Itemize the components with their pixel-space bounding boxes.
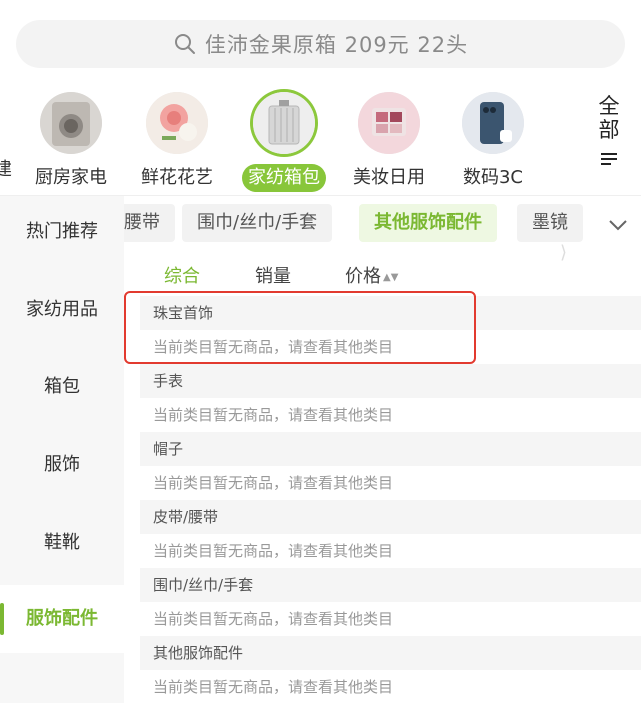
- sidebar-item-clothing[interactable]: 服饰: [0, 451, 124, 479]
- sort-bar: 综合 销量 价格 ▲▼: [124, 256, 641, 292]
- sidebar-item-hot[interactable]: 热门推荐: [0, 218, 124, 246]
- chip-sunglasses[interactable]: 墨镜: [517, 204, 583, 242]
- group-title: 皮带/腰带: [140, 500, 641, 534]
- sort-sales[interactable]: 销量: [255, 262, 291, 288]
- phone-icon: [462, 92, 524, 154]
- sidebar: 热门推荐 家纺用品 箱包 服饰 鞋靴 服饰配件: [0, 196, 124, 703]
- group-title: 手表: [140, 364, 641, 398]
- category-digital[interactable]: 数码3C: [438, 92, 548, 192]
- all-label-line1: 全: [598, 94, 620, 118]
- category-label: 家纺箱包: [242, 164, 326, 192]
- all-categories-button[interactable]: 全 部: [594, 94, 624, 172]
- chip-belt[interactable]: 腰带: [124, 204, 175, 242]
- highlight-box: [124, 291, 476, 364]
- category-home-textile-bags[interactable]: 家纺箱包: [229, 92, 339, 192]
- sort-price-label: 价格: [345, 266, 381, 287]
- category-label: 厨房家电: [35, 167, 107, 188]
- category-flowers[interactable]: 鲜花花艺: [122, 92, 232, 192]
- sidebar-item-accessories[interactable]: 服饰配件: [0, 585, 124, 653]
- group-belts: 皮带/腰带 当前类目暂无商品，请查看其他类目: [140, 500, 641, 568]
- group-scarves: 围巾/丝巾/手套 当前类目暂无商品，请查看其他类目: [140, 568, 641, 636]
- subcategory-chips: 腰带 围巾/丝巾/手套 其他服饰配件 墨镜: [124, 196, 641, 252]
- menu-icon: [594, 148, 624, 172]
- group-watches: 手表 当前类目暂无商品，请查看其他类目: [140, 364, 641, 432]
- category-label: 鲜花花艺: [141, 167, 213, 188]
- luggage-icon: [253, 92, 315, 154]
- flower-icon: [146, 92, 208, 154]
- chip-other-accessories[interactable]: 其他服饰配件: [359, 204, 497, 242]
- sidebar-item-label: 服饰配件: [26, 608, 98, 629]
- category-kitchen[interactable]: 厨房家电: [16, 92, 126, 192]
- category-label: 数码3C: [462, 167, 524, 188]
- empty-message: 当前类目暂无商品，请查看其他类目: [153, 406, 394, 424]
- sidebar-item-home-textile[interactable]: 家纺用品: [0, 296, 124, 324]
- expand-chips-button[interactable]: [598, 206, 638, 244]
- all-label-line2: 部: [598, 118, 620, 142]
- category-edge-label: 建: [0, 159, 12, 180]
- empty-message: 当前类目暂无商品，请查看其他类目: [153, 542, 394, 560]
- search-icon: [174, 34, 195, 54]
- group-other-accessories: 其他服饰配件 当前类目暂无商品，请查看其他类目: [140, 636, 641, 704]
- sort-price[interactable]: 价格 ▲▼: [345, 262, 398, 288]
- active-indicator: [0, 603, 4, 635]
- sort-comprehensive[interactable]: 综合: [164, 262, 200, 288]
- search-placeholder: 佳沛金果原箱 209元 22头: [204, 33, 469, 57]
- kitchen-appliance-icon: [40, 92, 102, 154]
- group-title: 围巾/丝巾/手套: [140, 568, 641, 602]
- category-beauty[interactable]: 美妆日用: [334, 92, 444, 192]
- group-title: 帽子: [140, 432, 641, 466]
- group-title: 其他服饰配件: [140, 636, 641, 670]
- category-strip: 建 厨房家电 鲜花花艺 家纺箱包 美妆日用 数码3C ⟩: [0, 92, 641, 263]
- category-label: 美妆日用: [353, 167, 425, 188]
- empty-message: 当前类目暂无商品，请查看其他类目: [153, 474, 394, 492]
- sidebar-item-bags[interactable]: 箱包: [0, 373, 124, 401]
- group-hats: 帽子 当前类目暂无商品，请查看其他类目: [140, 432, 641, 500]
- sidebar-item-shoes[interactable]: 鞋靴: [0, 529, 124, 557]
- empty-message: 当前类目暂无商品，请查看其他类目: [153, 610, 394, 628]
- sort-arrows-icon: ▲▼: [383, 272, 399, 283]
- makeup-palette-icon: [358, 92, 420, 154]
- search-bar[interactable]: 佳沛金果原箱 209元 22头: [16, 20, 625, 68]
- chevron-down-icon: [609, 220, 627, 231]
- empty-message: 当前类目暂无商品，请查看其他类目: [153, 678, 394, 696]
- chip-scarf-gloves[interactable]: 围巾/丝巾/手套: [182, 204, 333, 242]
